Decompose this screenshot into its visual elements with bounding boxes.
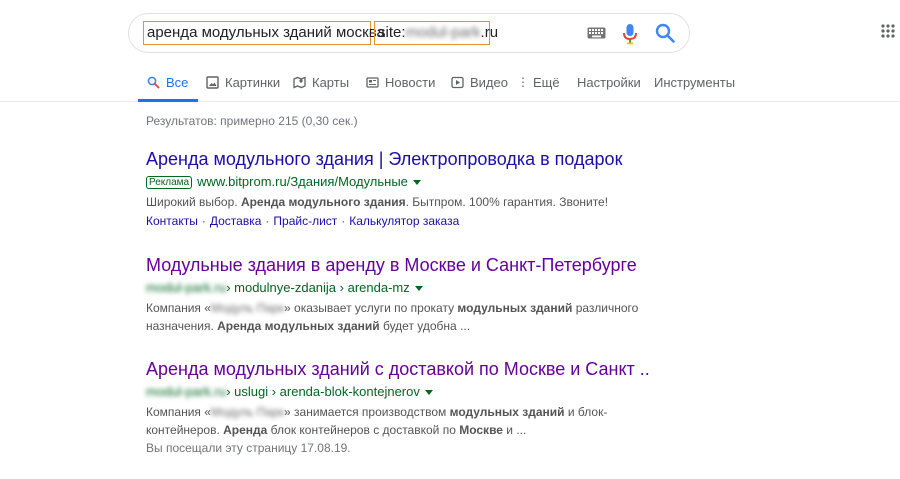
site-domain-blurred: modul-park <box>405 24 481 41</box>
result-stats: Результатов: примерно 215 (0,30 сек.) <box>146 114 358 128</box>
snippet-bold: Аренда <box>223 423 268 437</box>
tab-settings[interactable]: Настройки <box>577 70 641 102</box>
snippet-text: Компания « <box>146 405 211 419</box>
more-icon: ⋮ <box>517 75 529 89</box>
search-query-text[interactable]: аренда модульных зданий москва <box>143 21 385 45</box>
sitelink-separator: · <box>201 214 206 228</box>
tab-maps[interactable]: Карты <box>293 70 349 102</box>
tab-more-label: Ещё <box>533 75 560 90</box>
search-icon <box>147 76 160 89</box>
snippet-bold: модульных зданий <box>457 301 573 315</box>
tab-settings-label: Настройки <box>577 75 641 90</box>
tab-tools[interactable]: Инструменты <box>654 70 735 102</box>
snippet-text: Компания « <box>146 301 211 315</box>
tab-news[interactable]: Новости <box>366 70 435 102</box>
tab-maps-label: Карты <box>312 75 350 90</box>
microphone-icon[interactable] <box>622 23 638 45</box>
tab-tools-label: Инструменты <box>654 75 736 90</box>
result-url-path[interactable]: › modulnye-zdanija › arenda-mz <box>226 279 410 297</box>
snippet-text: » оказывает услуги по прокату <box>284 301 458 315</box>
result-url-path[interactable]: › uslugi › arenda-blok-kontejnerov <box>226 383 420 401</box>
image-icon <box>206 76 219 89</box>
dropdown-arrow-icon[interactable] <box>414 285 423 291</box>
map-icon <box>293 76 306 89</box>
result-url-text[interactable]: www.bitprom.ru/Здания/Модульные <box>197 173 408 191</box>
search-icon[interactable] <box>655 23 675 43</box>
snippet-bold: Аренда модульного здания <box>240 195 406 209</box>
search-box[interactable]: аренда модульных зданий москва site:modu… <box>128 13 690 53</box>
sitelink-price-list[interactable]: Прайс-лист <box>273 214 337 228</box>
snippet-text: » занимается производством <box>284 405 450 419</box>
sitelink-calculator[interactable]: Калькулятор заказа <box>349 214 459 228</box>
site-tld: .ru <box>480 24 499 41</box>
result-domain-blurred[interactable]: modul-park.ru <box>146 383 226 401</box>
snippet-blurred-name: Модуль Парк <box>210 405 285 419</box>
snippet-text: и ... <box>502 423 527 437</box>
dropdown-arrow-icon[interactable] <box>412 179 421 185</box>
sitelink-contacts[interactable]: Контакты <box>146 214 198 228</box>
search-tabs: Все Картинки Карты Новости Видео ⋮ Ещё Н… <box>0 70 900 102</box>
snippet-bold: модульных зданий <box>449 405 565 419</box>
snippet-bold: Аренда модульных зданий <box>217 319 380 333</box>
tab-more[interactable]: ⋮ Ещё <box>517 70 560 102</box>
keyboard-icon[interactable] <box>587 27 606 39</box>
result-url: Реклама www.bitprom.ru/Здания/Модульные <box>146 173 666 191</box>
tab-news-label: Новости <box>385 75 436 90</box>
result-snippet: Широкий выбор. Аренда модульного здания.… <box>146 193 666 211</box>
news-icon <box>366 77 379 88</box>
tab-images[interactable]: Картинки <box>206 70 280 102</box>
tab-all[interactable]: Все <box>138 70 199 102</box>
result-snippet: Компания «Модуль Парк» оказывает услуги … <box>146 299 666 335</box>
snippet-blurred-name: Модуль Парк <box>210 301 285 315</box>
ad-badge: Реклама <box>146 175 193 189</box>
snippet-text: блок контейнеров с доставкой по <box>267 423 460 437</box>
result-snippet: Компания «Модуль Парк» занимается произв… <box>146 403 666 439</box>
result-title-link[interactable]: Модульные здания в аренду в Москве и Сан… <box>146 254 666 276</box>
tab-all-label: Все <box>166 75 189 90</box>
video-icon <box>451 76 464 89</box>
sitelinks: Контакты · Доставка · Прайс-лист · Калькулятор… <box>146 212 666 230</box>
apps-grid-icon[interactable] <box>880 23 896 39</box>
snippet-text: будет удобна ... <box>379 319 471 333</box>
snippet-text: . Бытпром. 100% гарантия. Звоните! <box>405 195 609 209</box>
search-result-ad: Аренда модульного здания | Электропровод… <box>146 148 666 230</box>
search-result: Модульные здания в аренду в Москве и Сан… <box>146 254 666 335</box>
tab-images-label: Картинки <box>225 75 281 90</box>
result-domain-blurred[interactable]: modul-park.ru <box>146 279 226 297</box>
site-prefix: site: <box>378 24 406 41</box>
sitelink-delivery[interactable]: Доставка <box>210 214 262 228</box>
snippet-bold: Москве <box>459 423 503 437</box>
sitelink-separator: · <box>265 214 270 228</box>
tab-video-label: Видео <box>470 75 508 90</box>
search-site-operator[interactable]: site:modul-park.ru <box>374 21 498 45</box>
search-result: Аренда модульных зданий с доставкой по М… <box>146 358 666 457</box>
tab-video[interactable]: Видео <box>451 70 508 102</box>
result-title-link[interactable]: Аренда модульных зданий с доставкой по М… <box>146 358 666 380</box>
result-title-link[interactable]: Аренда модульного здания | Электропровод… <box>146 148 666 170</box>
visited-note: Вы посещали эту страницу 17.08.19. <box>146 441 351 455</box>
result-url: modul-park.ru › modulnye-zdanija › arend… <box>146 279 666 297</box>
dropdown-arrow-icon[interactable] <box>424 389 433 395</box>
result-url: modul-park.ru › uslugi › arenda-blok-kon… <box>146 383 666 401</box>
sitelink-separator: · <box>341 214 346 228</box>
snippet-text: Широкий выбор. <box>146 195 241 209</box>
